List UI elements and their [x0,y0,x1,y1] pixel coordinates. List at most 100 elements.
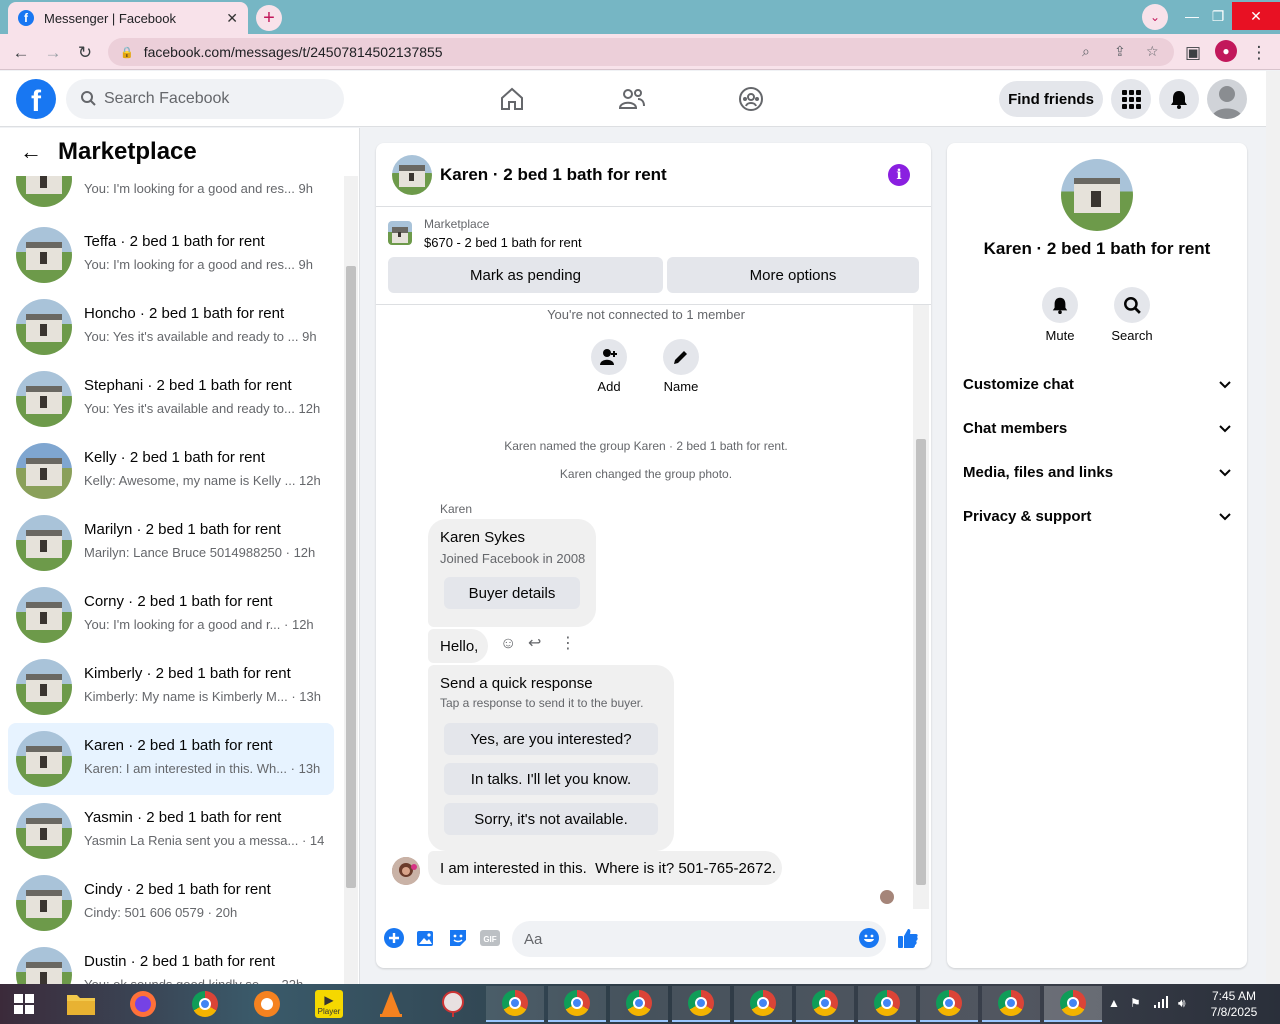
emoji-icon[interactable] [858,927,880,949]
sidebar-scrollbar[interactable] [344,176,358,984]
windows-start-icon[interactable] [2,986,46,1022]
conversation-item[interactable]: Honcho · 2 bed 1 bath for rent You: Yes i… [8,291,334,363]
chat-title[interactable]: Karen · 2 bed 1 bath for rent [440,165,667,185]
tab-close-icon[interactable]: ✕ [226,10,238,27]
file-explorer-icon[interactable] [52,986,110,1022]
menu-grid-icon[interactable] [1111,79,1151,119]
conversation-item[interactable]: Yasmin · 2 bed 1 bath for rent Yasmin La … [8,795,334,867]
forward-icon[interactable]: → [42,42,64,64]
chrome-window-icon[interactable] [796,986,854,1022]
chrome-window-icon[interactable] [486,986,544,1022]
quick-response-yes[interactable]: Yes, are you interested? [444,723,658,755]
section-privacy-support[interactable]: Privacy & support [947,494,1247,538]
gif-icon[interactable]: GIF [479,927,501,949]
back-icon[interactable]: ← [10,42,32,64]
quick-response-not-available[interactable]: Sorry, it's not available. [444,803,658,835]
chat-avatar[interactable] [392,155,432,195]
chrome-window-icon[interactable] [858,986,916,1022]
chrome-active-window-icon[interactable] [1044,986,1102,1022]
browser-profile-icon[interactable]: ● [1215,40,1237,62]
chrome-window-icon[interactable] [982,986,1040,1022]
conversation-thumbnail [16,371,72,427]
url-bar[interactable]: 🔒 facebook.com/messages/t/24507814502137… [108,38,1174,66]
plus-circle-icon[interactable] [383,927,405,949]
groups-icon[interactable] [737,85,765,113]
friends-icon[interactable] [618,85,646,113]
lock-icon[interactable]: 🔒 [120,46,134,59]
thread-scrollbar[interactable] [913,305,929,909]
sidebar-scroll-thumb[interactable] [346,266,356,888]
thread-scroll-thumb[interactable] [916,439,926,885]
mute-bell-icon[interactable] [1042,287,1078,323]
sticker-icon[interactable] [447,927,469,949]
back-arrow-icon[interactable]: ← [20,139,42,165]
section-customize-chat[interactable]: Customize chat [947,362,1247,406]
conversation-thumbnail [16,299,72,355]
react-emoji-icon[interactable]: ☺ [500,635,516,653]
share-icon[interactable]: ⇪ [1114,43,1126,60]
chrome-app-icon[interactable] [176,986,234,1022]
conversation-item[interactable]: Kimberly · 2 bed 1 bath for rent Kimberly… [8,651,334,723]
conversation-item[interactable]: Cindy · 2 bed 1 bath for rent Cindy: 501 … [8,867,334,939]
chrome-window-icon[interactable] [920,986,978,1022]
chrome-window-icon[interactable] [610,986,668,1022]
home-icon[interactable] [498,85,526,113]
message-bubble-hello[interactable]: Hello, [428,629,488,663]
reload-icon[interactable]: ↻ [74,42,96,64]
window-close-button[interactable]: ✕ [1232,2,1280,30]
listing-price[interactable]: $670 - 2 bed 1 bath for rent [424,235,582,250]
search-input[interactable]: Search Facebook [66,79,344,119]
vlc-icon[interactable] [362,986,420,1022]
reply-icon[interactable]: ↩ [528,633,541,653]
find-friends-button[interactable]: Find friends [999,81,1103,117]
search-conversation-icon[interactable] [1114,287,1150,323]
mark-as-pending-button[interactable]: Mark as pending [388,257,663,293]
message-input[interactable]: Aa [512,921,886,957]
network-signal-icon[interactable] [1154,996,1168,1011]
more-actions-icon[interactable]: ⋮ [560,633,576,653]
bookmark-star-icon[interactable]: ☆ [1146,43,1159,60]
conversation-item[interactable]: Dustin · 2 bed 1 bath for rent You: ok so… [8,939,334,984]
sender-avatar[interactable] [392,857,420,885]
facebook-logo[interactable]: f [16,79,56,119]
section-media-files-links[interactable]: Media, files and links [947,450,1247,494]
add-person-icon[interactable] [591,339,627,375]
new-tab-button[interactable]: + [256,5,282,31]
photo-icon[interactable] [415,927,437,949]
listing-thumbnail[interactable] [388,221,412,245]
group-photo[interactable] [1061,159,1133,231]
quick-response-in-talks[interactable]: In talks. I'll let you know. [444,763,658,795]
firefox-icon[interactable] [114,986,172,1022]
info-icon[interactable]: i [888,164,910,186]
notifications-bell-icon[interactable] [1159,79,1199,119]
uc-browser-icon[interactable] [238,986,296,1022]
conversation-item[interactable]: Karen · 2 bed 1 bath for rent Karen: I am… [8,723,334,795]
tab-search-button[interactable]: ⌄ [1142,4,1168,30]
conversation-item[interactable]: Corny · 2 bed 1 bath for rent You: I'm lo… [8,579,334,651]
conversation-item[interactable]: Stephani · 2 bed 1 bath for rent You: Yes… [8,363,334,435]
chrome-window-icon[interactable] [672,986,730,1022]
pinned-app-icon[interactable] [424,986,482,1022]
browser-tab[interactable]: f Messenger | Facebook ✕ [8,2,248,34]
action-center-flag-icon[interactable]: ⚑ [1130,996,1141,1010]
buyer-details-button[interactable]: Buyer details [444,577,580,609]
chrome-window-icon[interactable] [548,986,606,1022]
more-options-button[interactable]: More options [667,257,919,293]
page-scrollbar[interactable] [1266,71,1280,984]
tray-overflow-icon[interactable]: ▲ [1108,996,1120,1010]
media-player-icon[interactable]: ▶ Player [300,986,358,1022]
edit-name-pencil-icon[interactable] [663,339,699,375]
conversation-item[interactable]: Kelly · 2 bed 1 bath for rent Kelly: Awes… [8,435,334,507]
conversation-item[interactable]: Marilyn · 2 bed 1 bath for rent Marilyn: … [8,507,334,579]
section-chat-members[interactable]: Chat members [947,406,1247,450]
conversation-item[interactable]: Teffa · 2 bed 1 bath for rent You: I'm lo… [8,219,334,291]
system-clock[interactable]: 7:45 AM 7/8/2025 [1202,988,1266,1020]
thumbs-up-icon[interactable] [897,927,919,949]
zoom-search-icon[interactable]: ⌕ [1082,43,1090,60]
message-bubble-interested[interactable]: I am interested in this. Where is it? 50… [428,851,782,885]
chrome-window-icon[interactable] [734,986,792,1022]
volume-icon[interactable]: 🔊︎ [1178,996,1186,1011]
side-panel-icon[interactable]: ▣ [1182,42,1204,64]
browser-menu-icon[interactable]: ⋮ [1248,42,1270,64]
account-avatar[interactable] [1207,79,1247,119]
